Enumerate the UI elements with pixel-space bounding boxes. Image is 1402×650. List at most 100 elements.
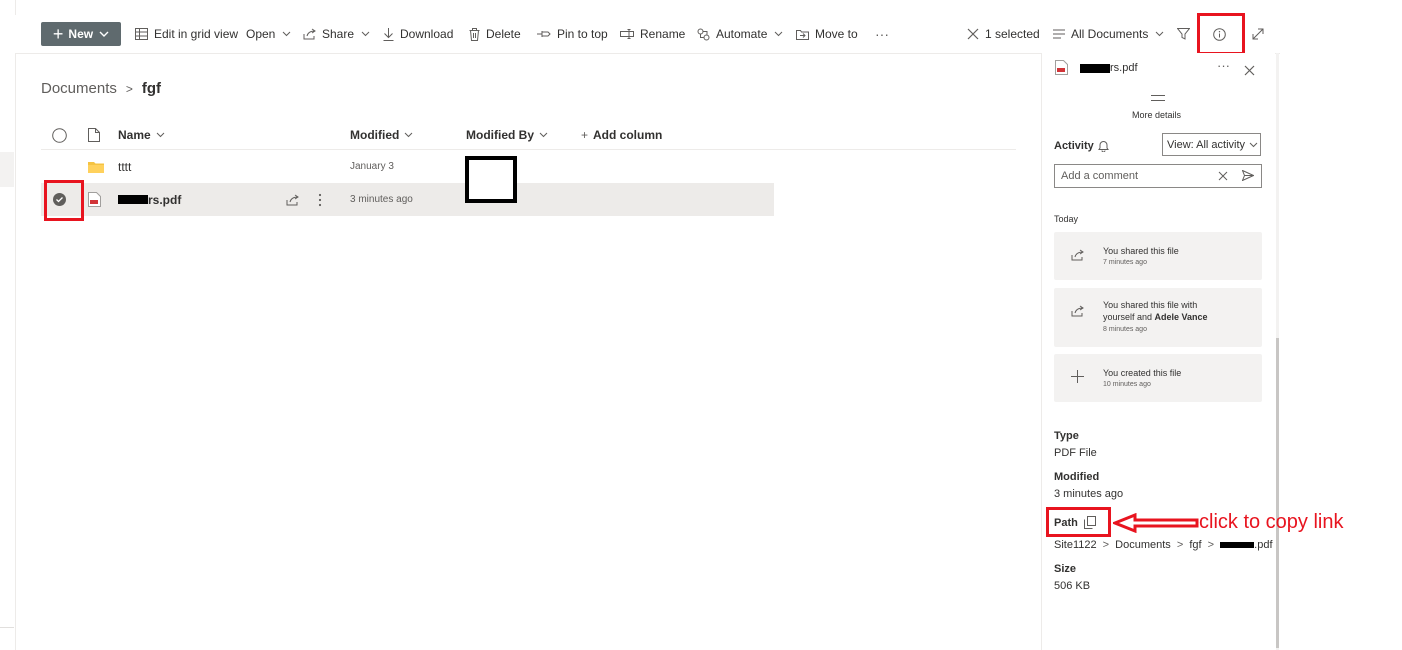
chevron-right-icon: >: [1102, 539, 1110, 551]
add-column-button[interactable]: + Add column: [581, 120, 662, 150]
chevron-right-icon: >: [1207, 539, 1215, 551]
activity-time: 10 minutes ago: [1103, 381, 1151, 388]
modified-label: Modified: [1054, 471, 1100, 483]
open-label: Open: [246, 27, 276, 41]
path-folder: fgf: [1189, 539, 1202, 551]
fullscreen-button[interactable]: [1252, 15, 1270, 53]
activity-filter-dropdown[interactable]: View: All activity: [1162, 133, 1261, 156]
filter-icon: [1177, 28, 1190, 40]
activity-text: You shared this file: [1103, 246, 1179, 256]
vertical-dots-icon: [318, 193, 322, 206]
move-icon: [796, 29, 809, 40]
new-button[interactable]: + New: [41, 22, 121, 46]
comment-input[interactable]: Add a comment: [1054, 164, 1262, 188]
chevron-down-icon: [539, 132, 548, 138]
clear-selection-button[interactable]: 1 selected: [967, 15, 1040, 53]
redacted-text: [1220, 542, 1255, 549]
clear-icon[interactable]: [1218, 171, 1228, 181]
add-column-label: Add column: [593, 128, 663, 142]
activity-card: You shared this file with yourself and A…: [1054, 288, 1262, 347]
trash-icon: [469, 27, 480, 41]
command-bar: + New Edit in grid view Open Share Downl…: [15, 15, 1280, 54]
activity-card: You shared this file 7 minutes ago: [1054, 232, 1262, 280]
modified-by-column-header[interactable]: Modified By: [466, 120, 548, 150]
activity-text-part: yourself and: [1103, 312, 1155, 322]
chevron-down-icon: [361, 31, 370, 37]
send-icon[interactable]: [1242, 170, 1254, 181]
download-label: Download: [400, 27, 454, 41]
table-row[interactable]: tttt January 3: [41, 150, 774, 183]
automate-icon: [697, 28, 710, 40]
scrollbar-thumb[interactable]: [1276, 338, 1279, 648]
pdf-file-icon: [88, 183, 101, 216]
select-all-checkbox[interactable]: [52, 120, 72, 150]
info-highlight-box: [1197, 13, 1245, 55]
modified-by-header-label: Modified By: [466, 128, 534, 142]
activity-text-line2: yourself and Adele Vance: [1103, 311, 1208, 323]
share-menu[interactable]: Share: [303, 15, 376, 53]
grid-icon: [135, 28, 148, 40]
automate-menu[interactable]: Automate: [697, 15, 789, 53]
details-scrollbar[interactable]: [1276, 53, 1279, 650]
chevron-right-icon: >: [1176, 539, 1184, 551]
activity-user-name[interactable]: Adele Vance: [1155, 312, 1208, 322]
share-icon: [1071, 305, 1084, 317]
row-more-button[interactable]: [318, 183, 322, 216]
chevron-down-icon: [1156, 31, 1164, 37]
edit-grid-label: Edit in grid view: [154, 27, 239, 41]
row-share-button[interactable]: [286, 183, 299, 216]
move-label: Move to: [815, 27, 858, 41]
file-type-header[interactable]: [88, 120, 100, 150]
redaction-box: [465, 156, 517, 203]
view-switcher[interactable]: All Documents: [1053, 15, 1170, 53]
download-button[interactable]: Download: [383, 15, 453, 53]
share-icon: [303, 28, 316, 40]
plus-icon: [1071, 370, 1084, 383]
name-column-header[interactable]: Name: [118, 120, 165, 150]
circle-check-icon: [52, 127, 67, 143]
modified-value: 3 minutes ago: [1054, 488, 1124, 500]
delete-button[interactable]: Delete: [469, 15, 521, 53]
chevron-down-icon: [156, 132, 165, 138]
close-icon: [967, 28, 979, 40]
row-modified: 3 minutes ago: [350, 194, 413, 205]
bell-icon[interactable]: [1098, 139, 1109, 157]
pin-button[interactable]: Pin to top: [537, 15, 608, 53]
details-file-name: rs.pdf: [1080, 62, 1138, 74]
path-highlight-box: [1046, 507, 1111, 537]
redacted-text: [118, 195, 148, 204]
move-to-button[interactable]: Move to: [796, 15, 858, 53]
table-row-selected[interactable]: rs.pdf 3 minutes ago: [41, 183, 774, 216]
more-details-link[interactable]: More details: [1132, 110, 1181, 120]
rename-button[interactable]: Rename: [620, 15, 685, 53]
breadcrumb: Documents > fgf: [41, 80, 161, 97]
edit-grid-button[interactable]: Edit in grid view: [135, 15, 238, 53]
modified-column-header[interactable]: Modified: [350, 120, 413, 150]
details-more-button[interactable]: ···: [1217, 58, 1230, 73]
row-name-suffix: rs.pdf: [148, 192, 182, 207]
activity-card: You created this file 10 minutes ago: [1054, 354, 1262, 402]
row-name[interactable]: rs.pdf: [118, 183, 181, 216]
path-library: Documents: [1115, 539, 1171, 551]
document-icon: [88, 128, 100, 142]
activity-time: 7 minutes ago: [1103, 259, 1147, 266]
pin-label: Pin to top: [557, 27, 608, 41]
activity-label: Activity: [1054, 140, 1094, 152]
download-icon: [383, 27, 394, 41]
open-menu[interactable]: Open: [246, 15, 297, 53]
share-label: Share: [322, 27, 355, 41]
chevron-down-icon: [1249, 142, 1258, 147]
path-file-suffix: .pdf: [1254, 539, 1273, 551]
activity-time: 8 minutes ago: [1103, 326, 1147, 333]
breadcrumb-current: fgf: [141, 80, 162, 97]
left-rail: [0, 0, 16, 650]
breadcrumb-root[interactable]: Documents: [41, 80, 117, 97]
pin-icon: [537, 31, 551, 37]
drag-handle-icon[interactable]: [1151, 95, 1165, 101]
close-pane-button[interactable]: [1244, 63, 1255, 81]
row-name[interactable]: tttt: [118, 150, 131, 183]
chevron-down-icon: [404, 132, 413, 138]
more-actions-button[interactable]: ···: [875, 15, 889, 53]
filter-button[interactable]: [1177, 15, 1196, 53]
close-icon: [1244, 65, 1255, 76]
